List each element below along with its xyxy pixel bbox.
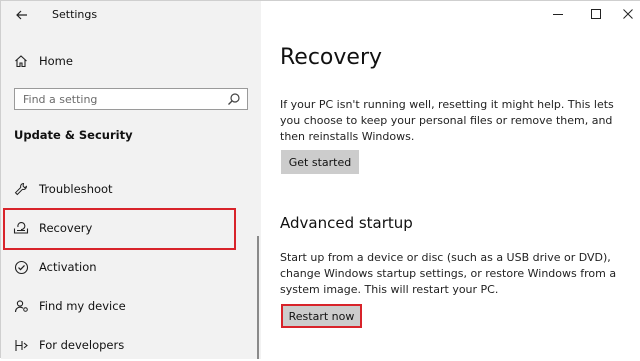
maximize-icon	[591, 9, 601, 19]
sidebar-item-for-developers[interactable]: For developers	[1, 329, 261, 361]
sidebar-item-troubleshoot[interactable]: Troubleshoot	[1, 173, 261, 205]
developer-tools-icon	[13, 337, 29, 353]
sidebar-item-activation[interactable]: Activation	[1, 251, 261, 283]
search-placeholder: Find a setting	[23, 93, 98, 106]
sidebar-item-find-my-device[interactable]: Find my device	[1, 290, 261, 322]
check-circle-icon	[13, 259, 29, 275]
person-location-icon	[13, 298, 29, 314]
settings-window: Settings Home Find a setting Update & Se…	[0, 0, 640, 359]
section-heading: Update & Security	[14, 128, 133, 142]
window-title: Settings	[52, 8, 98, 21]
sidebar-item-label: Home	[39, 54, 73, 68]
sidebar-item-home[interactable]: Home	[1, 45, 261, 77]
search-icon[interactable]	[227, 92, 241, 106]
recovery-highlight	[3, 208, 236, 250]
sidebar: Settings Home Find a setting Update & Se…	[1, 1, 261, 359]
wrench-icon	[13, 181, 29, 197]
sidebar-scrollbar[interactable]	[257, 236, 259, 359]
maximize-button[interactable]	[584, 5, 608, 23]
sidebar-item-label: Troubleshoot	[39, 182, 113, 196]
search-input[interactable]: Find a setting	[14, 88, 248, 110]
back-arrow-icon	[16, 10, 27, 20]
advanced-startup-description: Start up from a device or disc (such as …	[280, 251, 617, 296]
back-button[interactable]	[11, 5, 33, 25]
get-started-button[interactable]: Get started	[281, 150, 359, 174]
page-title: Recovery	[280, 45, 383, 70]
sidebar-item-label: Activation	[39, 260, 97, 274]
reset-description: If your PC isn't running well, resetting…	[280, 98, 614, 143]
sidebar-item-label: Find my device	[39, 299, 126, 313]
restart-now-button[interactable]: Restart now	[281, 304, 362, 328]
sidebar-item-label: For developers	[39, 338, 125, 352]
close-icon	[623, 9, 633, 19]
advanced-startup-title: Advanced startup	[280, 214, 413, 232]
minimize-icon	[553, 14, 563, 15]
minimize-button[interactable]	[546, 5, 570, 23]
close-button[interactable]	[616, 5, 640, 23]
home-icon	[13, 53, 29, 69]
